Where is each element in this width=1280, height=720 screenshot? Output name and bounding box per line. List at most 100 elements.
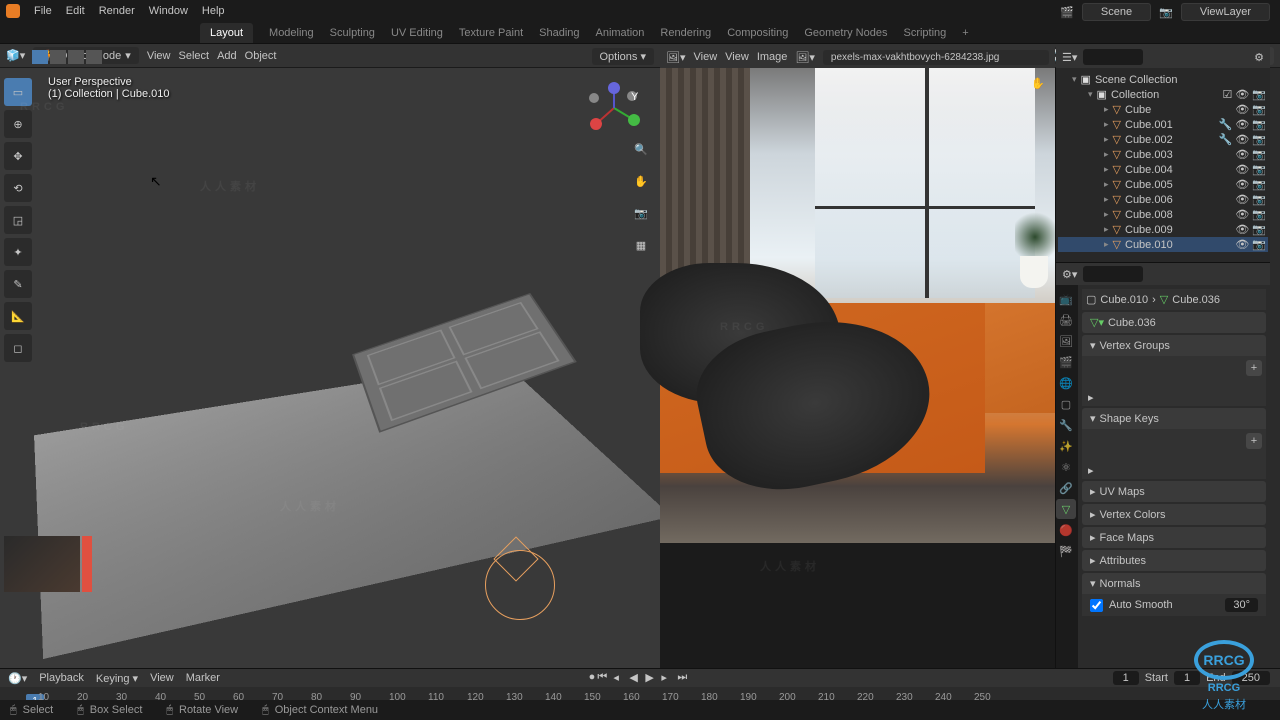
tab-compositing[interactable]: Compositing <box>727 27 788 39</box>
tree-row-cube006[interactable]: ▸▽Cube.006👁📷 <box>1058 192 1268 207</box>
ptab-texture-icon[interactable]: 🏁 <box>1056 541 1076 561</box>
tool-rotate[interactable]: ⟲ <box>4 174 32 202</box>
section-vertex-colors[interactable]: ▸Vertex Colors <box>1082 504 1266 525</box>
props-search-input[interactable] <box>1083 266 1143 282</box>
select-mode-tweak-icon[interactable] <box>32 50 48 64</box>
tab-layout[interactable]: Layout <box>200 23 253 43</box>
ptab-constraints-icon[interactable]: 🔗 <box>1056 478 1076 498</box>
section-shape-keys[interactable]: ▾Shape Keys <box>1082 408 1266 429</box>
ptab-viewlayer-icon[interactable]: 🖼 <box>1056 331 1076 351</box>
tree-row-cube001[interactable]: ▸▽Cube.001🔧👁📷 <box>1058 117 1268 132</box>
tab-geonodes[interactable]: Geometry Nodes <box>804 27 887 39</box>
section-attributes[interactable]: ▸Attributes <box>1082 550 1266 571</box>
tl-jump-start-icon[interactable]: ⏮ <box>597 671 611 685</box>
tool-scale[interactable]: ◲ <box>4 206 32 234</box>
image-pan-icon[interactable]: ✋ <box>1027 72 1049 94</box>
tl-start-field[interactable]: 1 <box>1174 671 1200 685</box>
menu-help[interactable]: Help <box>202 5 225 17</box>
props-type-icon[interactable]: ⚙▾ <box>1062 268 1077 281</box>
tab-shading[interactable]: Shading <box>539 27 579 39</box>
tool-cursor[interactable]: ⊕ <box>4 110 32 138</box>
3d-viewport[interactable]: Options ▾ ▭ ⊕ ✥ ⟲ ◲ ✦ ✎ 📐 ◻ User Perspec… <box>0 68 660 670</box>
ptab-data-icon[interactable]: ▽ <box>1056 499 1076 519</box>
tab-texture[interactable]: Texture Paint <box>459 27 523 39</box>
image-editor-type-icon[interactable]: 🖼▾ <box>666 51 686 64</box>
tool-annotate[interactable]: ✎ <box>4 270 32 298</box>
timeline-type-icon[interactable]: 🕐▾ <box>8 672 27 685</box>
editor-type-icon[interactable]: 🧊▾ <box>6 49 25 62</box>
select-mode-lasso-icon[interactable] <box>86 50 102 64</box>
tl-jump-end-icon[interactable]: ⏭ <box>677 671 691 685</box>
tab-sculpting[interactable]: Sculpting <box>330 27 375 39</box>
camera-view-icon[interactable]: 📷 <box>630 202 652 224</box>
selected-wire-B[interactable] <box>485 550 555 620</box>
ptab-world-icon[interactable]: 🌐 <box>1056 373 1076 393</box>
menu-file[interactable]: File <box>34 5 52 17</box>
tool-transform[interactable]: ✦ <box>4 238 32 266</box>
outliner-filter-icon[interactable]: ⚙ <box>1254 51 1264 64</box>
add-workspace-icon[interactable]: + <box>962 27 968 39</box>
menu-render[interactable]: Render <box>99 5 135 17</box>
tree-row-cube002[interactable]: ▸▽Cube.002🔧👁📷 <box>1058 132 1268 147</box>
reference-image[interactable] <box>660 68 1055 543</box>
tl-play-icon[interactable]: ▶ <box>645 671 659 685</box>
auto-smooth-angle-field[interactable]: 30° <box>1225 598 1258 612</box>
section-vertex-groups[interactable]: ▾Vertex Groups <box>1082 335 1266 356</box>
tree-row-cube[interactable]: ▸▽Cube👁📷 <box>1058 102 1268 117</box>
tree-row-cube009[interactable]: ▸▽Cube.009👁📷 <box>1058 222 1268 237</box>
tl-next-key-icon[interactable]: ▸ <box>661 671 675 685</box>
toolbar-add[interactable]: Add <box>217 50 237 62</box>
tool-add-cube[interactable]: ◻ <box>4 334 32 362</box>
pan-icon[interactable]: ✋ <box>630 170 652 192</box>
tl-autokey-icon[interactable]: ● <box>589 671 596 685</box>
sk-add-button[interactable]: + <box>1246 433 1262 449</box>
viewlayer-selector[interactable]: ViewLayer <box>1181 3 1270 21</box>
section-normals[interactable]: ▾Normals <box>1082 573 1266 594</box>
tree-row-cube005[interactable]: ▸▽Cube.005👁📷 <box>1058 177 1268 192</box>
tab-scripting[interactable]: Scripting <box>903 27 946 39</box>
tl-prev-key-icon[interactable]: ◂ <box>613 671 627 685</box>
section-uv-maps[interactable]: ▸UV Maps <box>1082 481 1266 502</box>
tool-measure[interactable]: 📐 <box>4 302 32 330</box>
section-face-maps[interactable]: ▸Face Maps <box>1082 527 1266 548</box>
ptab-scene-icon[interactable]: 🎬 <box>1056 352 1076 372</box>
tool-select-box[interactable]: ▭ <box>4 78 32 106</box>
select-mode-box-icon[interactable] <box>50 50 66 64</box>
ptab-object-icon[interactable]: ▢ <box>1056 394 1076 414</box>
ptab-render-icon[interactable]: 📺 <box>1056 289 1076 309</box>
tab-modeling[interactable]: Modeling <box>269 27 314 39</box>
tool-move[interactable]: ✥ <box>4 142 32 170</box>
tl-current-frame-field[interactable]: 1 <box>1113 671 1139 685</box>
ptab-physics-icon[interactable]: ⚛ <box>1056 457 1076 477</box>
tl-marker[interactable]: Marker <box>186 672 220 684</box>
nav-gizmo[interactable]: Y <box>586 80 642 136</box>
mesh-name-field[interactable]: ▽▾Cube.036 <box>1082 312 1266 333</box>
tl-view[interactable]: View <box>150 672 174 684</box>
room-mesh[interactable] <box>34 361 672 659</box>
image-menu-view[interactable]: View <box>694 51 718 63</box>
zoom-icon[interactable]: 🔍 <box>630 138 652 160</box>
scene-selector[interactable]: Scene <box>1082 3 1151 21</box>
auto-smooth-checkbox[interactable] <box>1090 599 1103 612</box>
tree-row-cube004[interactable]: ▸▽Cube.004👁📷 <box>1058 162 1268 177</box>
tab-animation[interactable]: Animation <box>596 27 645 39</box>
outliner-panel[interactable]: ▾▣Scene Collection ▾▣Collection☑👁📷 ▸▽Cub… <box>1056 68 1270 263</box>
outliner-type-icon[interactable]: ☰▾ <box>1062 51 1077 64</box>
tab-uv[interactable]: UV Editing <box>391 27 443 39</box>
outliner-search-input[interactable] <box>1083 49 1143 65</box>
tree-row-cube010[interactable]: ▸▽Cube.010👁📷 <box>1058 237 1268 252</box>
ptab-particles-icon[interactable]: ✨ <box>1056 436 1076 456</box>
toolbar-object[interactable]: Object <box>245 50 277 62</box>
menu-window[interactable]: Window <box>149 5 188 17</box>
tl-playback[interactable]: Playback <box>39 672 84 684</box>
vg-add-button[interactable]: + <box>1246 360 1262 376</box>
ptab-material-icon[interactable]: 🔴 <box>1056 520 1076 540</box>
image-filename-field[interactable]: pexels-max-vakhtbovych-6284238.jpg <box>823 50 1049 65</box>
menu-edit[interactable]: Edit <box>66 5 85 17</box>
tab-rendering[interactable]: Rendering <box>660 27 711 39</box>
perspective-toggle-icon[interactable]: ▦ <box>630 234 652 256</box>
toolbar-select[interactable]: Select <box>178 50 209 62</box>
image-link-icon[interactable]: 🖼▾ <box>795 51 815 64</box>
select-mode-circle-icon[interactable] <box>68 50 84 64</box>
tree-scene-collection[interactable]: ▾▣Scene Collection <box>1058 72 1268 87</box>
